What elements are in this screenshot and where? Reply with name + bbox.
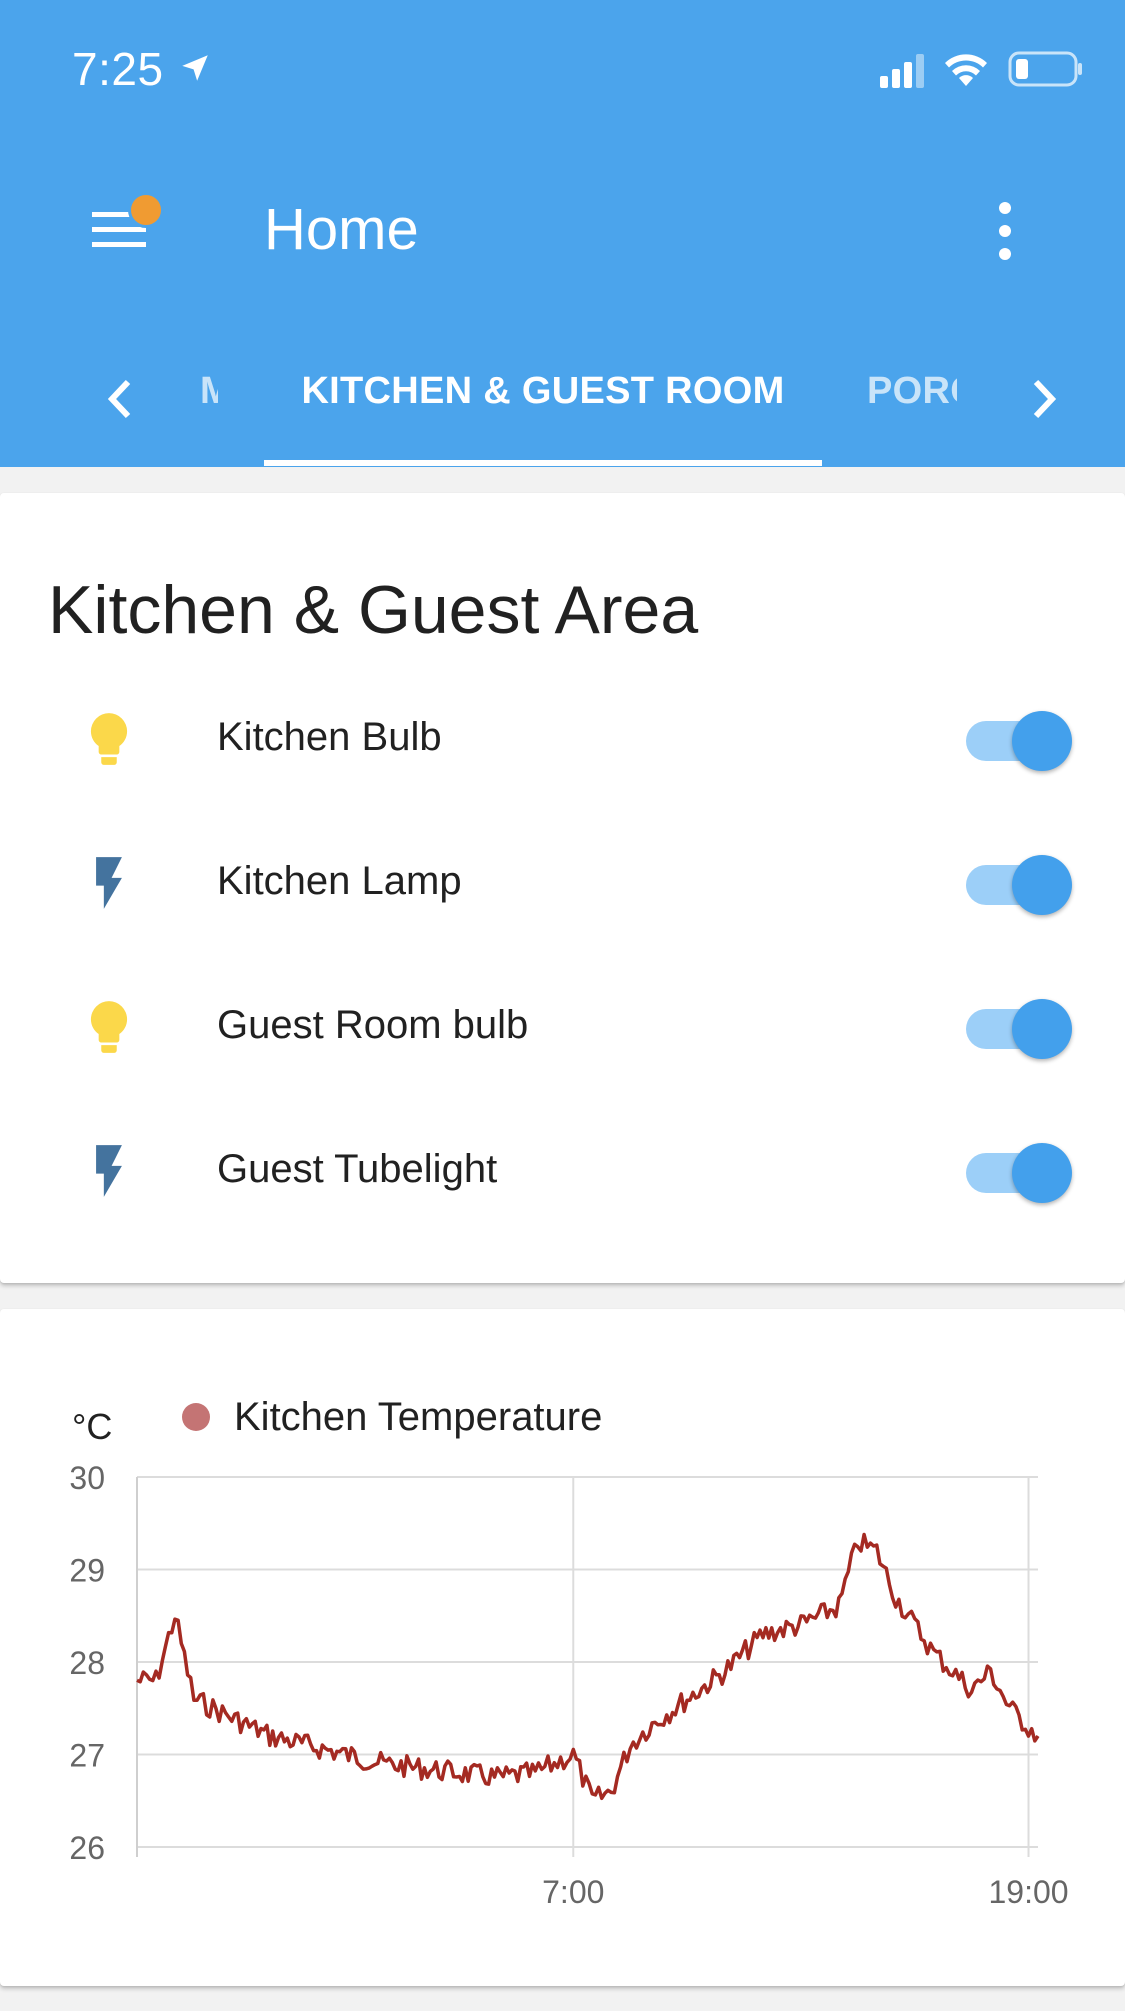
toggle-kitchen-lamp[interactable] bbox=[964, 853, 1076, 917]
tab-porch[interactable]: PORCH bbox=[867, 370, 957, 413]
toggle-thumb bbox=[1012, 855, 1072, 915]
chevron-left-icon[interactable] bbox=[100, 374, 140, 424]
more-vertical-icon[interactable] bbox=[980, 198, 1030, 264]
entity-row-guest-room-bulb[interactable]: Guest Room bulb bbox=[0, 953, 1125, 1097]
entity-name: Guest Tubelight bbox=[217, 1147, 498, 1191]
toggle-thumb bbox=[1012, 711, 1072, 771]
entity-name: Guest Room bulb bbox=[217, 1003, 529, 1047]
x-axis-ticks: 7:00 19:00 bbox=[542, 1874, 1068, 1910]
notification-badge bbox=[128, 192, 164, 228]
series-line-kitchen-temperature bbox=[136, 1532, 1040, 1801]
history-graph-card[interactable]: 30 29 28 27 26 7:00 19:00 °C Kitchen Temperat… bbox=[0, 1309, 1125, 1986]
flash-icon bbox=[96, 1145, 122, 1197]
toolbar: Home bbox=[0, 160, 1125, 300]
app-header: 7:25 Home M KITCHEN & GUEST ROOM POR bbox=[0, 0, 1125, 467]
active-tab-indicator bbox=[264, 460, 822, 466]
y-tick-label: 27 bbox=[69, 1738, 105, 1774]
battery-low-icon bbox=[1008, 51, 1082, 87]
page-title: Home bbox=[264, 197, 419, 262]
y-axis-ticks: 30 29 28 27 26 bbox=[69, 1460, 105, 1866]
status-bar: 7:25 bbox=[0, 0, 1125, 130]
flash-icon bbox=[96, 857, 122, 909]
x-tick-label: 19:00 bbox=[988, 1874, 1068, 1910]
y-tick-label: 30 bbox=[69, 1460, 105, 1496]
toggle-guest-tubelight[interactable] bbox=[964, 1141, 1076, 1205]
toggle-thumb bbox=[1012, 999, 1072, 1059]
tab-bar: M KITCHEN & GUEST ROOM PORCH bbox=[0, 330, 1125, 467]
tab-previous[interactable]: M bbox=[200, 370, 218, 413]
y-tick-label: 26 bbox=[69, 1830, 105, 1866]
temperature-chart: 30 29 28 27 26 7:00 19:00 °C Kitchen Temperat… bbox=[69, 1395, 1068, 1910]
lightbulb-icon bbox=[90, 713, 128, 765]
legend-label[interactable]: Kitchen Temperature bbox=[234, 1395, 602, 1439]
entities-card: Kitchen & Guest Area Kitchen Bulb Kitche… bbox=[0, 493, 1125, 1283]
y-tick-label: 28 bbox=[69, 1645, 105, 1681]
y-tick-label: 29 bbox=[69, 1553, 105, 1589]
entity-row-guest-tubelight[interactable]: Guest Tubelight bbox=[0, 1097, 1125, 1241]
entity-row-kitchen-bulb[interactable]: Kitchen Bulb bbox=[0, 665, 1125, 809]
lightbulb-icon bbox=[90, 1001, 128, 1053]
toggle-guest-room-bulb[interactable] bbox=[964, 997, 1076, 1061]
location-arrow-icon bbox=[182, 55, 208, 81]
wifi-icon bbox=[945, 54, 987, 86]
chart-grid bbox=[136, 1476, 1038, 1857]
card-title: Kitchen & Guest Area bbox=[48, 572, 699, 648]
menu-button[interactable] bbox=[80, 188, 170, 268]
toggle-thumb bbox=[1012, 1143, 1072, 1203]
entity-row-kitchen-lamp[interactable]: Kitchen Lamp bbox=[0, 809, 1125, 953]
legend-dot bbox=[182, 1403, 210, 1431]
y-axis-unit: °C bbox=[72, 1406, 112, 1447]
toggle-kitchen-bulb[interactable] bbox=[964, 709, 1076, 773]
chevron-right-icon[interactable] bbox=[1024, 374, 1064, 424]
tab-kitchen-guest-room[interactable]: KITCHEN & GUEST ROOM bbox=[264, 370, 822, 413]
entity-name: Kitchen Lamp bbox=[217, 859, 462, 903]
cellular-signal-icon bbox=[880, 54, 924, 88]
status-time: 7:25 bbox=[72, 43, 164, 95]
x-tick-label: 7:00 bbox=[542, 1874, 604, 1910]
entity-name: Kitchen Bulb bbox=[217, 715, 442, 759]
